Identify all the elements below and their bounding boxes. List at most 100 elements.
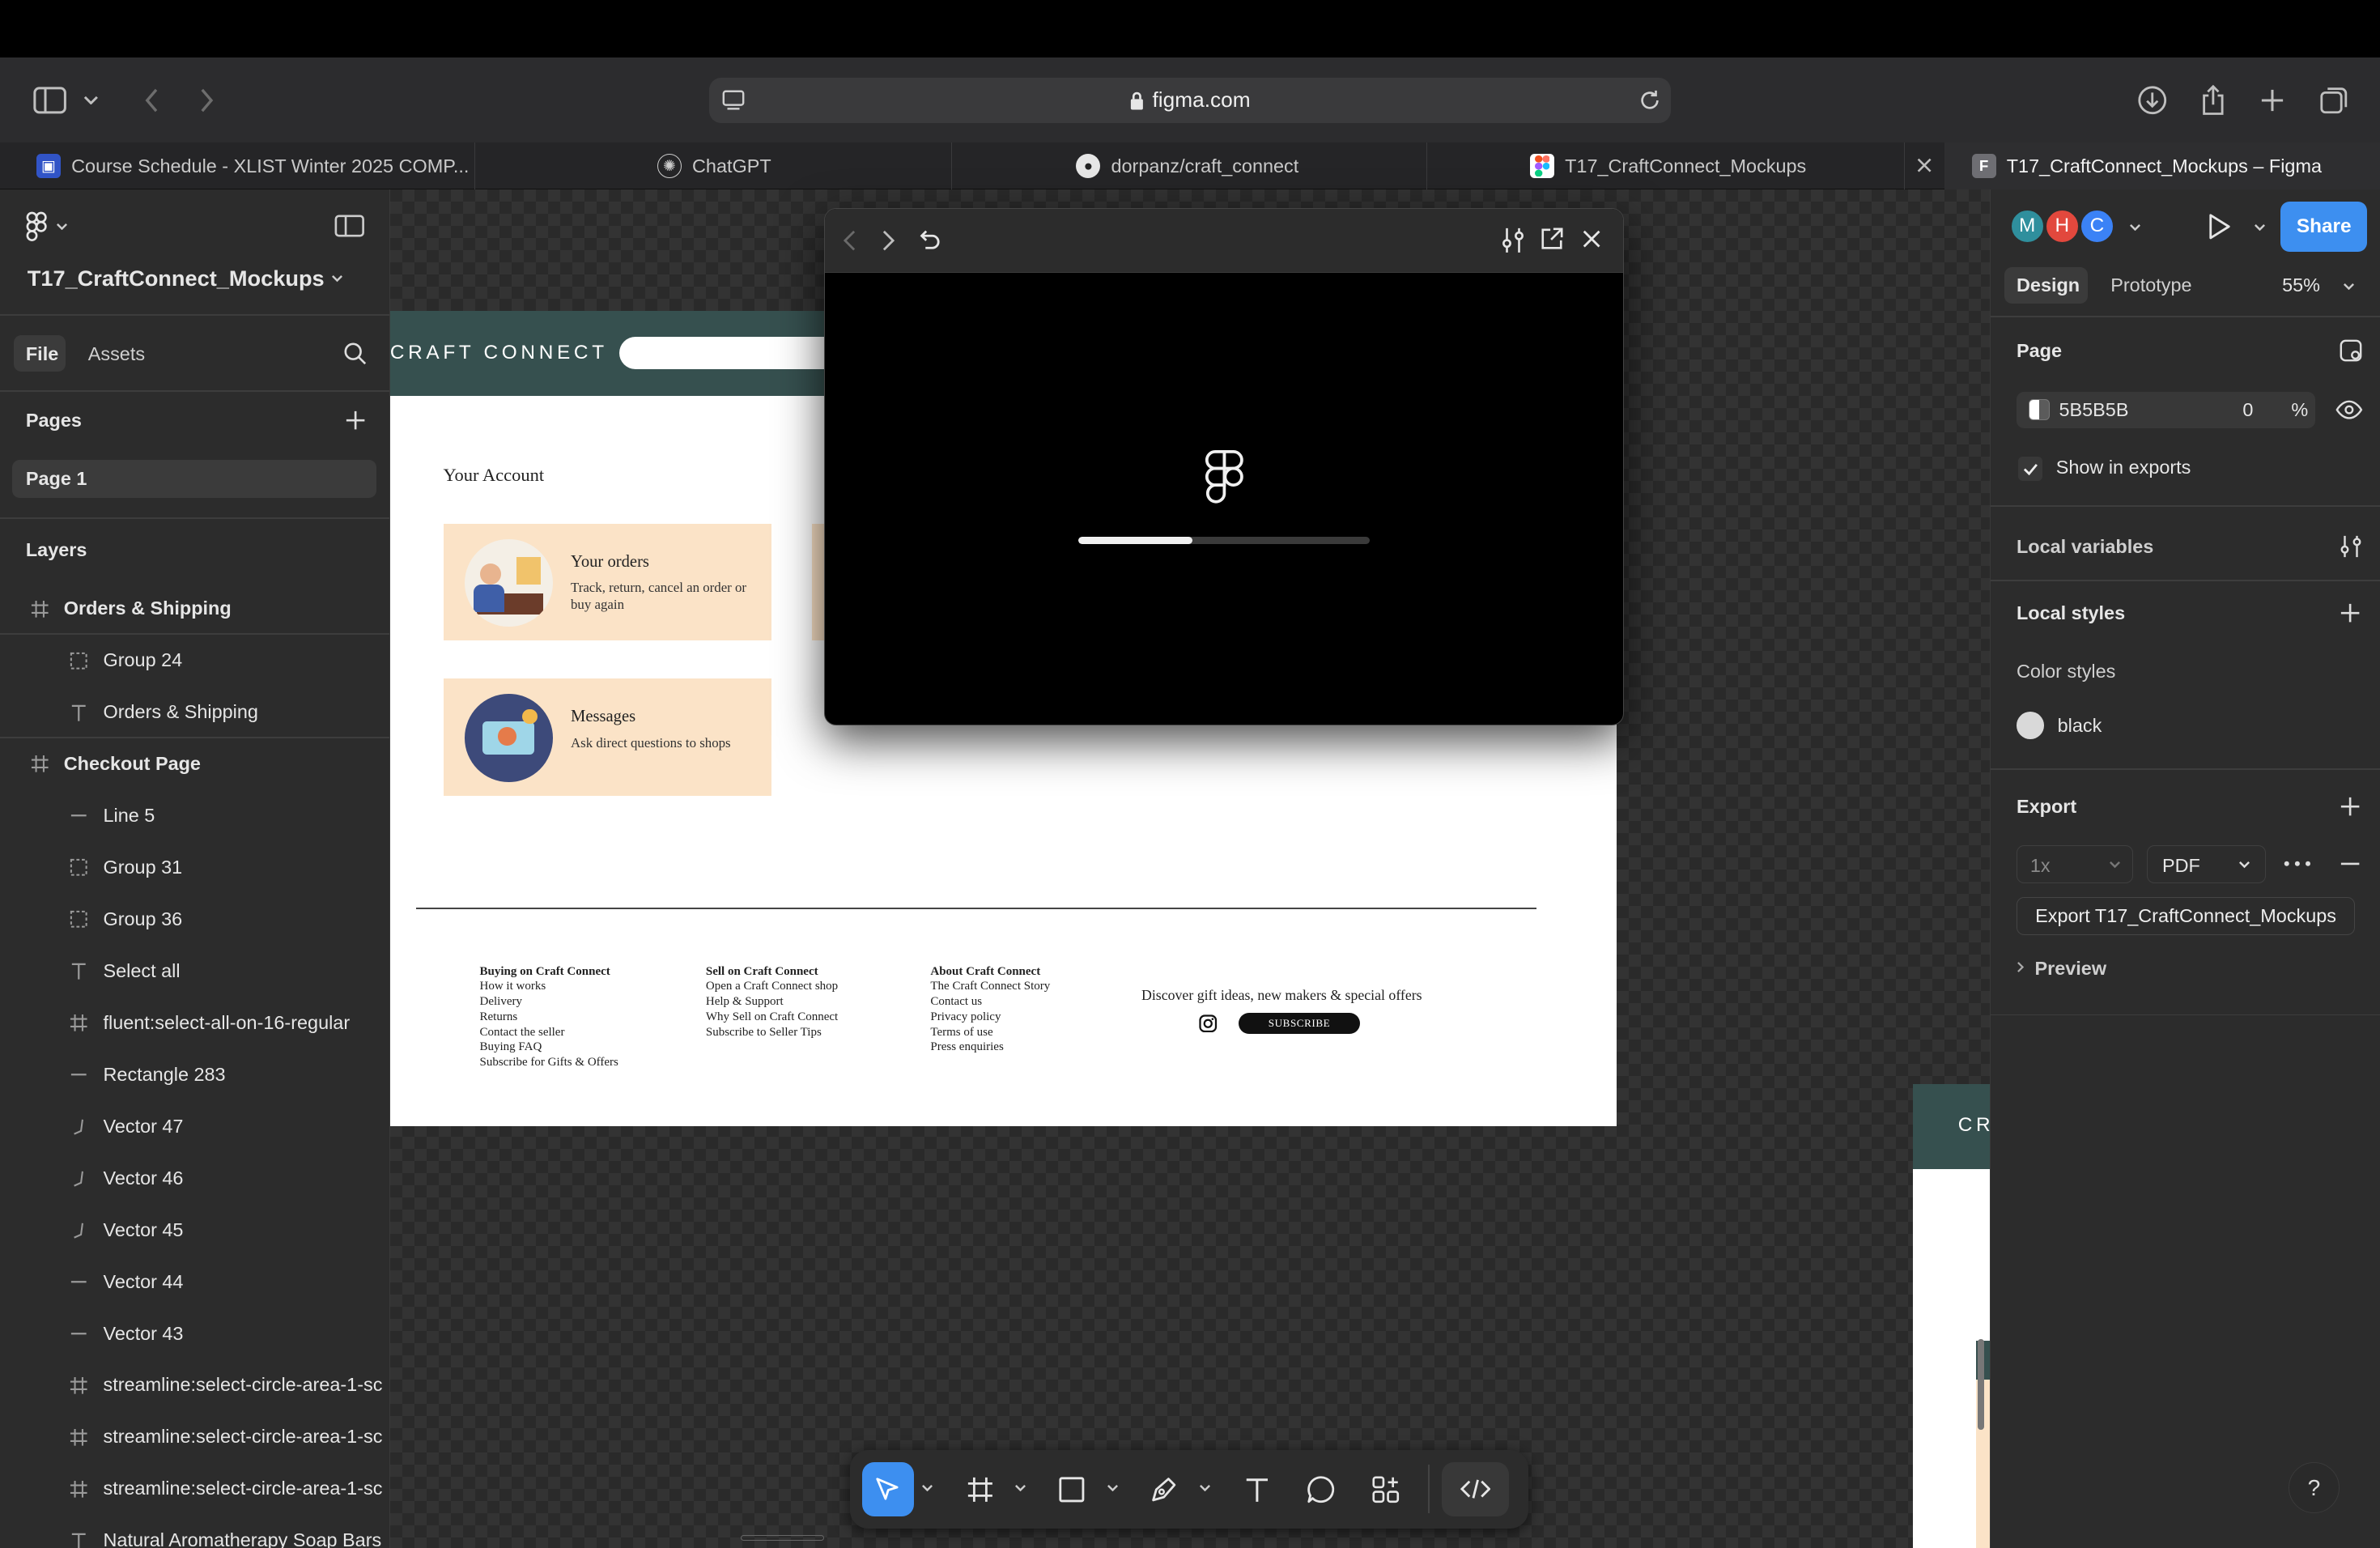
frame-partial-right[interactable]: CRA <box>1912 1083 1991 1548</box>
tab-chatgpt[interactable]: ✺ ChatGPT <box>475 142 952 190</box>
add-export-icon[interactable] <box>2340 796 2361 817</box>
panel-toggle-icon[interactable] <box>334 214 365 238</box>
footer-col-title: About Craft Connect <box>930 964 1041 978</box>
layer-row[interactable]: Vector 44 <box>0 1256 389 1308</box>
canvas-scrollbar[interactable] <box>1978 1338 1984 1431</box>
layer-row[interactable]: streamline:select-circle-area-1-sc <box>0 1359 389 1411</box>
tab-course-schedule[interactable]: ▣ Course Schedule - XLIST Winter 2025 CO… <box>0 142 475 190</box>
resources-tool-icon[interactable] <box>1360 1462 1412 1517</box>
tab-assets[interactable]: Assets <box>88 343 145 365</box>
zoom-level[interactable]: 55% <box>2282 274 2320 296</box>
restart-icon[interactable] <box>916 227 941 251</box>
help-button[interactable]: ? <box>2288 1461 2340 1514</box>
layer-name: Orders & Shipping <box>63 598 232 619</box>
layer-row[interactable]: streamline:select-circle-area-1-sc <box>0 1463 389 1515</box>
tab-github[interactable]: ● dorpanz/craft_connect <box>952 142 1427 190</box>
chevron-down-icon[interactable] <box>2129 223 2141 231</box>
avatar[interactable]: M <box>2008 207 2046 245</box>
chevron-down-icon[interactable] <box>1014 1477 1026 1498</box>
tab-figma-active[interactable]: F T17_CraftConnect_Mockups – Figma <box>1944 142 2380 190</box>
tab-prototype[interactable]: Prototype <box>2110 274 2191 296</box>
chevron-down-icon <box>2109 861 2121 869</box>
canvas-horizontal-scrollbar[interactable] <box>741 1534 825 1542</box>
layer-row[interactable]: Rectangle 283 <box>0 1048 389 1100</box>
export-button[interactable]: Export T17_CraftConnect_Mockups <box>2017 897 2356 935</box>
local-variables-title[interactable]: Local variables <box>2017 536 2153 558</box>
layer-row[interactable]: Group 31 <box>0 842 389 894</box>
layer-row[interactable]: Vector 46 <box>0 1152 389 1204</box>
rectangle-tool-icon[interactable] <box>1046 1462 1098 1517</box>
dev-mode-code-icon[interactable] <box>1442 1461 1509 1517</box>
back-icon[interactable] <box>134 82 170 118</box>
close-tab-icon[interactable] <box>1914 155 1935 176</box>
remove-export-icon[interactable] <box>2340 862 2361 865</box>
layer-row[interactable]: Vector 45 <box>0 1204 389 1256</box>
text-tool-icon[interactable] <box>1231 1462 1283 1517</box>
layer-row[interactable]: Group 36 <box>0 894 389 946</box>
new-tab-icon[interactable] <box>2254 82 2290 118</box>
file-name[interactable]: T17_CraftConnect_Mockups <box>28 266 325 291</box>
show-in-exports-checkbox[interactable] <box>2017 457 2042 482</box>
forward-icon[interactable] <box>189 82 225 118</box>
layer-row[interactable]: Line 5 <box>0 790 389 842</box>
color-style-name[interactable]: black <box>2058 715 2102 737</box>
share-icon[interactable] <box>2195 82 2231 118</box>
add-style-icon[interactable] <box>2340 602 2361 623</box>
frame-tool-icon[interactable] <box>954 1462 1006 1517</box>
avatar[interactable]: C <box>2078 207 2115 245</box>
layer-row[interactable]: Orders & Shipping <box>0 583 389 635</box>
layer-row[interactable]: Vector 47 <box>0 1100 389 1152</box>
variables-icon[interactable] <box>2339 534 2363 559</box>
layer-row[interactable]: Vector 43 <box>0 1308 389 1359</box>
chevron-down-icon[interactable] <box>2254 223 2266 231</box>
url-bar[interactable]: figma.com <box>708 77 1672 123</box>
search-icon[interactable] <box>343 342 368 366</box>
layer-name: Vector 47 <box>103 1115 184 1137</box>
more-options-icon[interactable] <box>2284 861 2311 867</box>
eye-icon[interactable] <box>2335 399 2363 420</box>
layer-row[interactable]: streamline:select-circle-area-1-sc <box>0 1411 389 1463</box>
chevron-down-icon[interactable] <box>1199 1477 1211 1498</box>
chevron-down-icon[interactable] <box>79 82 104 118</box>
modal-forward-icon[interactable] <box>882 230 895 251</box>
page-opacity[interactable]: 0 <box>2242 399 2253 421</box>
chevron-right-icon[interactable] <box>2017 961 2025 973</box>
chevron-down-icon[interactable] <box>331 274 343 283</box>
modal-back-icon[interactable] <box>843 230 856 251</box>
share-button[interactable]: Share <box>2280 202 2368 253</box>
color-swatch[interactable] <box>2029 399 2051 421</box>
line-icon <box>68 1271 89 1292</box>
sidebar-toggle-icon[interactable] <box>32 82 68 118</box>
layer-row[interactable]: Natural Aromatherapy Soap Bars <box>0 1515 389 1548</box>
chevron-down-icon[interactable] <box>1107 1477 1119 1498</box>
downloads-icon[interactable] <box>2134 82 2170 118</box>
page-menu-icon[interactable] <box>721 88 746 113</box>
page-color-hex[interactable]: 5B5B5B <box>2059 399 2129 421</box>
chevron-down-icon[interactable] <box>921 1477 933 1498</box>
pen-tool-icon[interactable] <box>1138 1462 1190 1517</box>
settings-sliders-icon[interactable] <box>1501 227 1525 254</box>
avatar[interactable]: H <box>2043 207 2080 245</box>
color-style-swatch[interactable] <box>2017 712 2044 740</box>
vector-icon <box>68 1167 89 1189</box>
open-external-icon[interactable] <box>1540 227 1564 251</box>
layer-row[interactable]: fluent:select-all-on-16-regular <box>0 997 389 1049</box>
layer-row[interactable]: Orders & Shipping <box>0 687 389 738</box>
present-play-icon[interactable] <box>2208 213 2232 240</box>
tab-overview-icon[interactable] <box>2316 82 2352 118</box>
preview-toggle[interactable]: Preview <box>2035 958 2107 980</box>
close-icon[interactable] <box>1581 228 1602 249</box>
add-page-icon[interactable] <box>345 410 366 431</box>
layer-row[interactable]: Checkout Page <box>0 738 389 790</box>
layer-row[interactable]: Group 24 <box>0 635 389 687</box>
figma-menu-button[interactable] <box>26 211 69 242</box>
page-settings-icon[interactable] <box>2339 338 2363 363</box>
reload-icon[interactable] <box>1638 88 1662 113</box>
footer-link: How it works <box>479 980 546 993</box>
tab-figma-mockups[interactable]: T17_CraftConnect_Mockups <box>1427 142 1906 190</box>
move-tool-icon[interactable] <box>862 1461 914 1517</box>
layer-row[interactable]: Select all <box>0 946 389 997</box>
comment-tool-icon[interactable] <box>1294 1462 1346 1517</box>
chevron-down-icon[interactable] <box>2343 283 2355 290</box>
site-header-partial: CRA <box>1912 1083 1991 1169</box>
